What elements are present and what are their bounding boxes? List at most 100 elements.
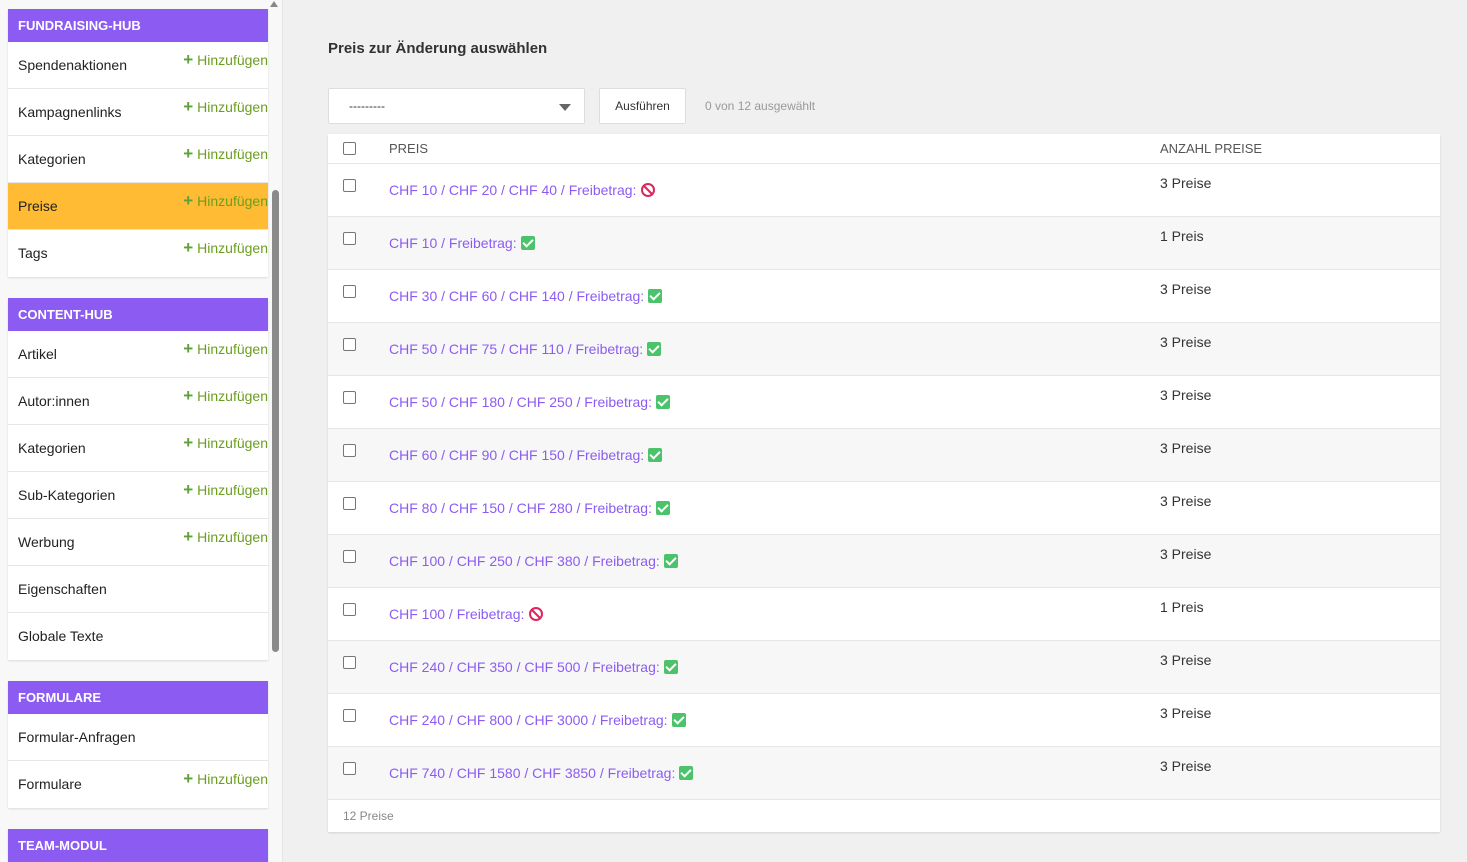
sidebar-item-label[interactable]: Formular-Anfragen bbox=[18, 714, 136, 761]
price-link[interactable]: CHF 50 / CHF 180 / CHF 250 / Freibetrag: bbox=[389, 394, 670, 410]
sidebar: FUNDRAISING-HUB Spendenaktionen + Hinzufüge… bbox=[0, 0, 283, 862]
add-link[interactable]: + Hinzufügen bbox=[183, 528, 268, 546]
module-header[interactable]: FORMULARE bbox=[8, 681, 268, 714]
price-link[interactable]: CHF 740 / CHF 1580 / CHF 3850 / Freibetr… bbox=[389, 765, 694, 781]
add-link[interactable]: + Hinzufügen bbox=[183, 145, 268, 163]
scroll-up-arrow-icon[interactable] bbox=[270, 1, 278, 7]
price-link[interactable]: CHF 60 / CHF 90 / CHF 150 / Freibetrag: bbox=[389, 447, 663, 463]
add-link[interactable]: + Hinzufügen bbox=[183, 98, 268, 116]
sidebar-scrollbar[interactable] bbox=[272, 190, 279, 652]
price-link-text: CHF 100 / CHF 250 / CHF 380 / Freibetrag… bbox=[389, 553, 660, 569]
add-link-label: Hinzufügen bbox=[197, 146, 268, 162]
module-header[interactable]: TEAM-MODUL bbox=[8, 829, 268, 862]
sidebar-item[interactable]: Autor:innen + Hinzufügen bbox=[8, 378, 268, 425]
price-link[interactable]: CHF 240 / CHF 800 / CHF 3000 / Freibetra… bbox=[389, 712, 686, 728]
prohibited-icon bbox=[641, 183, 656, 197]
caret-down-icon bbox=[559, 104, 571, 111]
action-select[interactable]: --------- bbox=[328, 88, 585, 124]
price-count: 3 Preise bbox=[1160, 334, 1212, 350]
price-link[interactable]: CHF 30 / CHF 60 / CHF 140 / Freibetrag: bbox=[389, 288, 663, 304]
price-link[interactable]: CHF 100 / Freibetrag: bbox=[389, 606, 544, 622]
sidebar-item-label[interactable]: Kategorien bbox=[18, 136, 86, 183]
column-header-price[interactable]: PREIS bbox=[389, 141, 428, 156]
price-link-text: CHF 30 / CHF 60 / CHF 140 / Freibetrag: bbox=[389, 288, 645, 304]
sidebar-item-label[interactable]: Werbung bbox=[18, 519, 75, 566]
price-link[interactable]: CHF 10 / Freibetrag: bbox=[389, 235, 535, 251]
sidebar-item-label[interactable]: Sub-Kategorien bbox=[18, 472, 115, 519]
sidebar-item-label[interactable]: Tags bbox=[18, 230, 48, 277]
table-row: CHF 100 / Freibetrag: 1 Preis bbox=[328, 588, 1440, 641]
row-checkbox[interactable] bbox=[343, 550, 356, 563]
price-link[interactable]: CHF 50 / CHF 75 / CHF 110 / Freibetrag: bbox=[389, 341, 662, 357]
sidebar-item-label[interactable]: Eigenschaften bbox=[18, 566, 107, 613]
plus-icon: + bbox=[183, 769, 194, 788]
add-link[interactable]: + Hinzufügen bbox=[183, 239, 268, 257]
checkbox-checked-icon bbox=[648, 289, 663, 303]
price-link[interactable]: CHF 100 / CHF 250 / CHF 380 / Freibetrag… bbox=[389, 553, 678, 569]
sidebar-item-label[interactable]: Spendenaktionen bbox=[18, 42, 127, 89]
sidebar-item[interactable]: Globale Texte bbox=[8, 613, 268, 660]
row-checkbox[interactable] bbox=[343, 232, 356, 245]
add-link[interactable]: + Hinzufügen bbox=[183, 192, 268, 210]
row-checkbox[interactable] bbox=[343, 285, 356, 298]
plus-icon: + bbox=[183, 238, 194, 257]
add-link[interactable]: + Hinzufügen bbox=[183, 770, 268, 788]
sidebar-item[interactable]: Werbung + Hinzufügen bbox=[8, 519, 268, 566]
table-row: CHF 50 / CHF 75 / CHF 110 / Freibetrag: 3… bbox=[328, 323, 1440, 376]
price-link[interactable]: CHF 240 / CHF 350 / CHF 500 / Freibetrag… bbox=[389, 659, 678, 675]
add-link[interactable]: + Hinzufügen bbox=[183, 481, 268, 499]
sidebar-item-label[interactable]: Kategorien bbox=[18, 425, 86, 472]
row-checkbox[interactable] bbox=[343, 444, 356, 457]
price-link-text: CHF 740 / CHF 1580 / CHF 3850 / Freibetr… bbox=[389, 765, 676, 781]
row-checkbox[interactable] bbox=[343, 338, 356, 351]
add-link[interactable]: + Hinzufügen bbox=[183, 340, 268, 358]
sidebar-item-label[interactable]: Artikel bbox=[18, 331, 57, 378]
plus-icon: + bbox=[183, 433, 194, 452]
sidebar-item[interactable]: Formulare + Hinzufügen bbox=[8, 761, 268, 808]
module-header[interactable]: FUNDRAISING-HUB bbox=[8, 9, 268, 42]
sidebar-item-label[interactable]: Globale Texte bbox=[18, 613, 103, 660]
checkbox-checked-icon bbox=[520, 236, 535, 250]
run-button[interactable]: Ausführen bbox=[599, 88, 686, 124]
prohibited-icon bbox=[529, 607, 544, 621]
price-link-text: CHF 80 / CHF 150 / CHF 280 / Freibetrag: bbox=[389, 500, 652, 516]
price-link[interactable]: CHF 10 / CHF 20 / CHF 40 / Freibetrag: bbox=[389, 182, 656, 198]
row-checkbox[interactable] bbox=[343, 709, 356, 722]
sidebar-item[interactable]: Tags + Hinzufügen bbox=[8, 230, 268, 277]
sidebar-item-label[interactable]: Kampagnenlinks bbox=[18, 89, 122, 136]
sidebar-item[interactable]: Kategorien + Hinzufügen bbox=[8, 425, 268, 472]
row-checkbox[interactable] bbox=[343, 497, 356, 510]
table-row: CHF 10 / Freibetrag: 1 Preis bbox=[328, 217, 1440, 270]
row-checkbox[interactable] bbox=[343, 656, 356, 669]
add-link[interactable]: + Hinzufügen bbox=[183, 434, 268, 452]
module-header[interactable]: CONTENT-HUB bbox=[8, 298, 268, 331]
row-checkbox[interactable] bbox=[343, 179, 356, 192]
sidebar-item-label[interactable]: Autor:innen bbox=[18, 378, 90, 425]
select-all-checkbox[interactable] bbox=[343, 142, 356, 155]
sidebar-item-label[interactable]: Formulare bbox=[18, 761, 82, 808]
price-link[interactable]: CHF 80 / CHF 150 / CHF 280 / Freibetrag: bbox=[389, 500, 670, 516]
sidebar-item[interactable]: Kampagnenlinks + Hinzufügen bbox=[8, 89, 268, 136]
sidebar-item[interactable]: Formular-Anfragen bbox=[8, 714, 268, 761]
sidebar-item[interactable]: Spendenaktionen + Hinzufügen bbox=[8, 42, 268, 89]
price-count: 3 Preise bbox=[1160, 281, 1212, 297]
module-1: CONTENT-HUB Artikel + Hinzufügen Autor:innen… bbox=[8, 298, 268, 660]
row-checkbox[interactable] bbox=[343, 762, 356, 775]
row-checkbox[interactable] bbox=[343, 391, 356, 404]
add-link-label: Hinzufügen bbox=[197, 341, 268, 357]
sidebar-item[interactable]: Artikel + Hinzufügen bbox=[8, 331, 268, 378]
price-count: 3 Preise bbox=[1160, 175, 1212, 191]
sidebar-item-label[interactable]: Preise bbox=[18, 183, 58, 230]
sidebar-item[interactable]: Eigenschaften bbox=[8, 566, 268, 613]
sidebar-item[interactable]: Sub-Kategorien + Hinzufügen bbox=[8, 472, 268, 519]
add-link[interactable]: + Hinzufügen bbox=[183, 387, 268, 405]
add-link[interactable]: + Hinzufügen bbox=[183, 51, 268, 69]
price-link-text: CHF 60 / CHF 90 / CHF 150 / Freibetrag: bbox=[389, 447, 645, 463]
add-link-label: Hinzufügen bbox=[197, 193, 268, 209]
add-link-label: Hinzufügen bbox=[197, 240, 268, 256]
add-link-label: Hinzufügen bbox=[197, 482, 268, 498]
sidebar-item[interactable]: Preise + Hinzufügen bbox=[8, 183, 268, 230]
plus-icon: + bbox=[183, 339, 194, 358]
row-checkbox[interactable] bbox=[343, 603, 356, 616]
sidebar-item[interactable]: Kategorien + Hinzufügen bbox=[8, 136, 268, 183]
